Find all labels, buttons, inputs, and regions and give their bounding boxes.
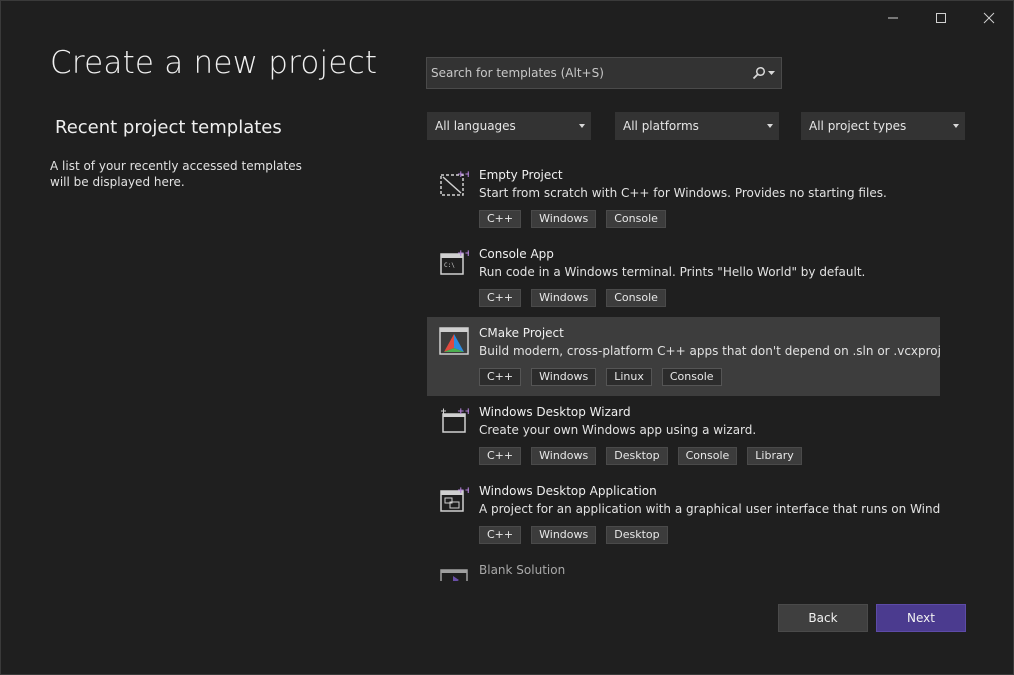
tag: Console <box>677 447 738 465</box>
platform-filter-dropdown[interactable]: All platforms <box>615 112 779 140</box>
template-description: A project for an application with a grap… <box>479 502 940 516</box>
template-item-empty-project[interactable]: ++ Empty Project Start from scratch with… <box>427 159 940 238</box>
svg-text:++: ++ <box>457 407 469 417</box>
empty-project-icon: ++ <box>440 170 469 196</box>
template-list: ++ Empty Project Start from scratch with… <box>427 159 940 581</box>
svg-text:C:\: C:\ <box>444 262 455 269</box>
template-name: CMake Project <box>479 326 564 340</box>
chevron-down-icon <box>579 124 585 128</box>
create-project-window: Create a new project Recent project temp… <box>0 0 1014 675</box>
language-filter-value: All languages <box>435 119 516 133</box>
window-controls <box>869 1 1013 35</box>
template-item-cmake-project[interactable]: CMake Project Build modern, cross-platfo… <box>427 317 940 396</box>
tag: Windows <box>531 368 597 386</box>
back-button[interactable]: Back <box>778 604 868 632</box>
template-description: Create your own Windows app using a wiza… <box>479 423 757 437</box>
tag: C++ <box>479 526 522 544</box>
template-tags: C++ Windows Console <box>479 289 940 307</box>
tag: Windows <box>531 447 597 465</box>
cmake-icon <box>439 327 469 355</box>
template-tags: C++ Windows Linux Console <box>479 368 940 386</box>
search-options-button[interactable] <box>752 66 781 80</box>
desktop-wizard-icon: ++ <box>441 407 469 433</box>
template-item-blank-solution[interactable]: Blank Solution <box>427 554 940 581</box>
template-tags: C++ Windows Desktop Console Library <box>479 447 940 465</box>
chevron-down-icon <box>767 124 773 128</box>
template-name: Console App <box>479 247 554 261</box>
maximize-button[interactable] <box>917 1 965 35</box>
page-title: Create a new project <box>50 45 378 81</box>
svg-text:++: ++ <box>457 170 469 180</box>
language-filter-dropdown[interactable]: All languages <box>427 112 591 140</box>
tag: Desktop <box>606 526 668 544</box>
tag: Linux <box>606 368 652 386</box>
tag: Windows <box>531 210 597 228</box>
template-description: Run code in a Windows terminal. Prints "… <box>479 265 866 279</box>
template-item-windows-desktop-application[interactable]: ++ Windows Desktop Application A project… <box>427 475 940 554</box>
template-name: Blank Solution <box>479 563 566 577</box>
search-icon <box>752 66 766 80</box>
tag: Windows <box>531 526 597 544</box>
tag: C++ <box>479 447 522 465</box>
tag: C++ <box>479 210 522 228</box>
project-type-filter-dropdown[interactable]: All project types <box>801 112 965 140</box>
minimize-button[interactable] <box>869 1 917 35</box>
tag: Windows <box>531 289 597 307</box>
search-input[interactable] <box>427 57 752 89</box>
template-name: Windows Desktop Application <box>479 484 657 498</box>
tag: C++ <box>479 289 522 307</box>
close-icon <box>983 12 995 24</box>
chevron-down-icon <box>768 70 775 75</box>
template-item-windows-desktop-wizard[interactable]: ++ Windows Desktop Wizard Create your ow… <box>427 396 940 475</box>
svg-text:++: ++ <box>457 486 469 496</box>
blank-solution-icon <box>440 569 468 581</box>
tag: Console <box>661 368 722 386</box>
template-name: Windows Desktop Wizard <box>479 405 631 419</box>
template-description: Start from scratch with C++ for Windows.… <box>479 186 887 200</box>
tag: C++ <box>479 368 522 386</box>
desktop-application-icon: ++ <box>440 486 469 512</box>
tag: Console <box>606 289 666 307</box>
template-name: Empty Project <box>479 168 563 182</box>
recent-templates-heading: Recent project templates <box>55 117 282 138</box>
project-type-filter-value: All project types <box>809 119 907 133</box>
tag: Console <box>606 210 666 228</box>
maximize-icon <box>936 13 946 23</box>
tag: Library <box>747 447 802 465</box>
tag: Desktop <box>606 447 668 465</box>
template-item-console-app[interactable]: C:\ ++ Console App Run code in a Windows… <box>427 238 940 317</box>
next-button[interactable]: Next <box>876 604 966 632</box>
template-tags: C++ Windows Console <box>479 210 940 228</box>
platform-filter-value: All platforms <box>623 119 699 133</box>
template-description: Build modern, cross-platform C++ apps th… <box>479 344 940 358</box>
close-button[interactable] <box>965 1 1013 35</box>
svg-text:++: ++ <box>457 249 469 259</box>
console-app-icon: C:\ ++ <box>440 249 469 275</box>
template-search-box <box>426 57 782 89</box>
chevron-down-icon <box>953 124 959 128</box>
minimize-icon <box>888 17 898 19</box>
recent-templates-description: A list of your recently accessed templat… <box>50 159 302 189</box>
template-tags: C++ Windows Desktop <box>479 526 940 544</box>
